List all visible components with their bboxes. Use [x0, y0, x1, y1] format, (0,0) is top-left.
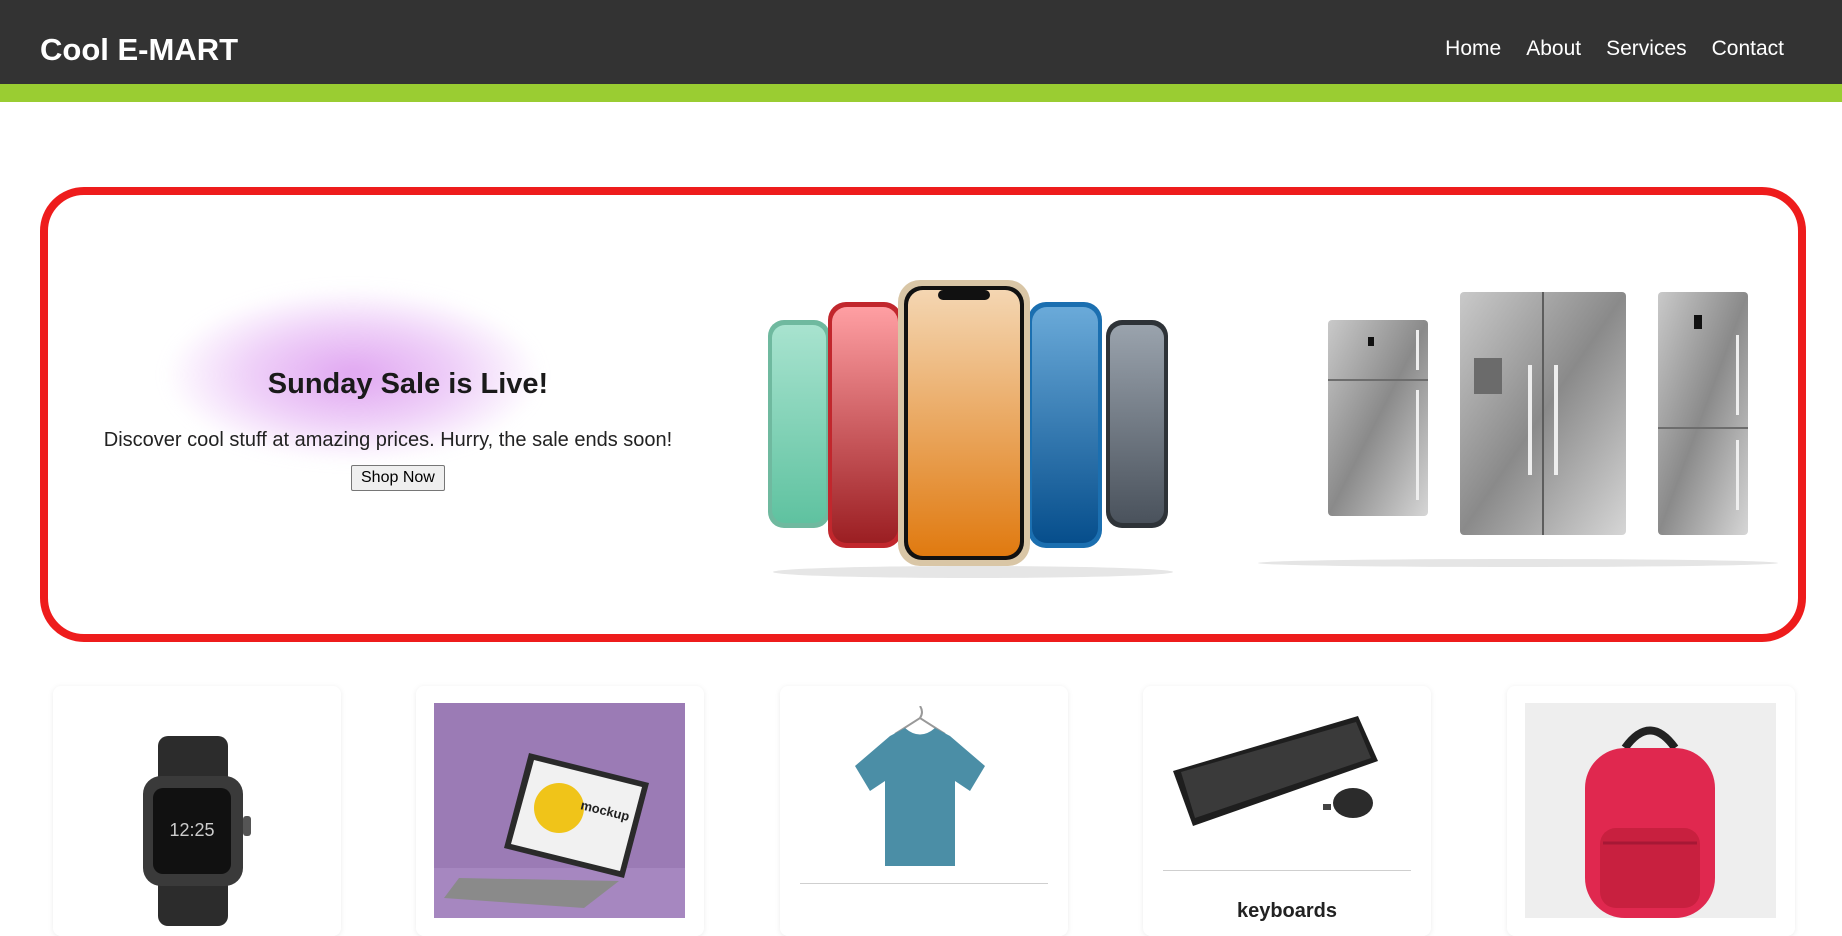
sale-description: Discover cool stuff at amazing prices. H…: [103, 429, 673, 451]
product-card[interactable]: 12:25: [53, 686, 341, 936]
smartwatch-image: 12:25: [143, 736, 251, 926]
nav-services-link[interactable]: Services: [1606, 37, 1687, 61]
phones-image: [768, 280, 1173, 578]
product-card[interactable]: [780, 686, 1068, 936]
keyboard-image: [1173, 716, 1378, 826]
brand-logo[interactable]: Cool E-MART: [40, 32, 238, 68]
product-card[interactable]: keyboards: [1143, 686, 1431, 936]
card-divider: [800, 883, 1048, 884]
nav-contact-link[interactable]: Contact: [1712, 37, 1784, 61]
sale-title: Sunday Sale is Live!: [267, 368, 549, 400]
laptop-image: mockup: [434, 703, 685, 918]
sale-banner: Sunday Sale is Live! Discover cool stuff…: [40, 187, 1806, 642]
backpack-image: [1525, 703, 1776, 918]
nav-about-link[interactable]: About: [1526, 37, 1581, 61]
refrigerators-image: [1258, 292, 1778, 567]
nav-links: Home About Services Contact: [1445, 37, 1784, 61]
product-grid: 12:25 mockup keyboards: [53, 686, 1795, 936]
shop-now-button[interactable]: Shop Now: [351, 465, 445, 491]
nav-home-link[interactable]: Home: [1445, 37, 1501, 61]
product-card[interactable]: [1507, 686, 1795, 936]
tshirt-image: [855, 706, 985, 866]
navbar: Cool E-MART Home About Services Contact: [0, 0, 1842, 102]
product-title: keyboards: [1236, 900, 1338, 922]
product-card[interactable]: mockup: [416, 686, 704, 936]
card-divider: [1163, 870, 1411, 871]
svg-text:12:25: 12:25: [169, 820, 214, 840]
